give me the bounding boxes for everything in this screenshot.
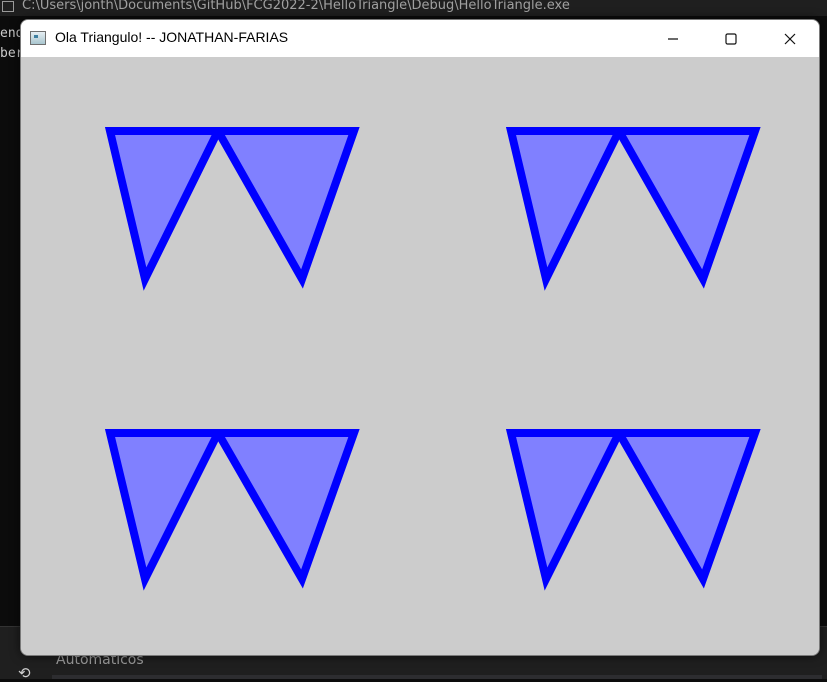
panel-strip	[52, 675, 822, 679]
close-button[interactable]	[761, 20, 819, 57]
triangle-left	[505, 127, 626, 291]
app-icon	[30, 31, 46, 45]
window-title: Ola Triangulo! -- JONATHAN-FARIAS	[55, 29, 289, 45]
render-canvas[interactable]	[21, 57, 819, 655]
triangle-right	[211, 127, 360, 289]
close-icon	[784, 33, 796, 44]
console-title: C:\Users\jonth\Documents\GitHub\FCG2022-…	[22, 0, 570, 13]
quadrant-bottom-right	[505, 429, 761, 591]
triangles-scene	[104, 127, 761, 591]
triangle-right	[612, 429, 761, 589]
triangle-left	[104, 127, 225, 291]
minimize-icon	[668, 37, 678, 40]
maximize-icon	[725, 32, 737, 45]
console-title-bar: C:\Users\jonth\Documents\GitHub\FCG2022-…	[0, 0, 827, 16]
minimize-button[interactable]	[644, 20, 702, 57]
console-app-icon	[2, 1, 14, 12]
opengl-window: Ola Triangulo! -- JONATHAN-FARIAS	[20, 19, 820, 656]
undo-icon[interactable]: ⟲	[18, 664, 31, 682]
triangle-right	[211, 429, 360, 589]
quadrant-top-left	[104, 127, 360, 291]
quadrant-bottom-left	[104, 429, 360, 591]
triangle-left	[104, 429, 225, 591]
triangle-left	[505, 429, 626, 591]
window-titlebar[interactable]: Ola Triangulo! -- JONATHAN-FARIAS	[21, 20, 819, 57]
triangle-right	[612, 127, 761, 289]
quadrant-top-right	[505, 127, 761, 291]
maximize-button[interactable]	[702, 20, 760, 57]
